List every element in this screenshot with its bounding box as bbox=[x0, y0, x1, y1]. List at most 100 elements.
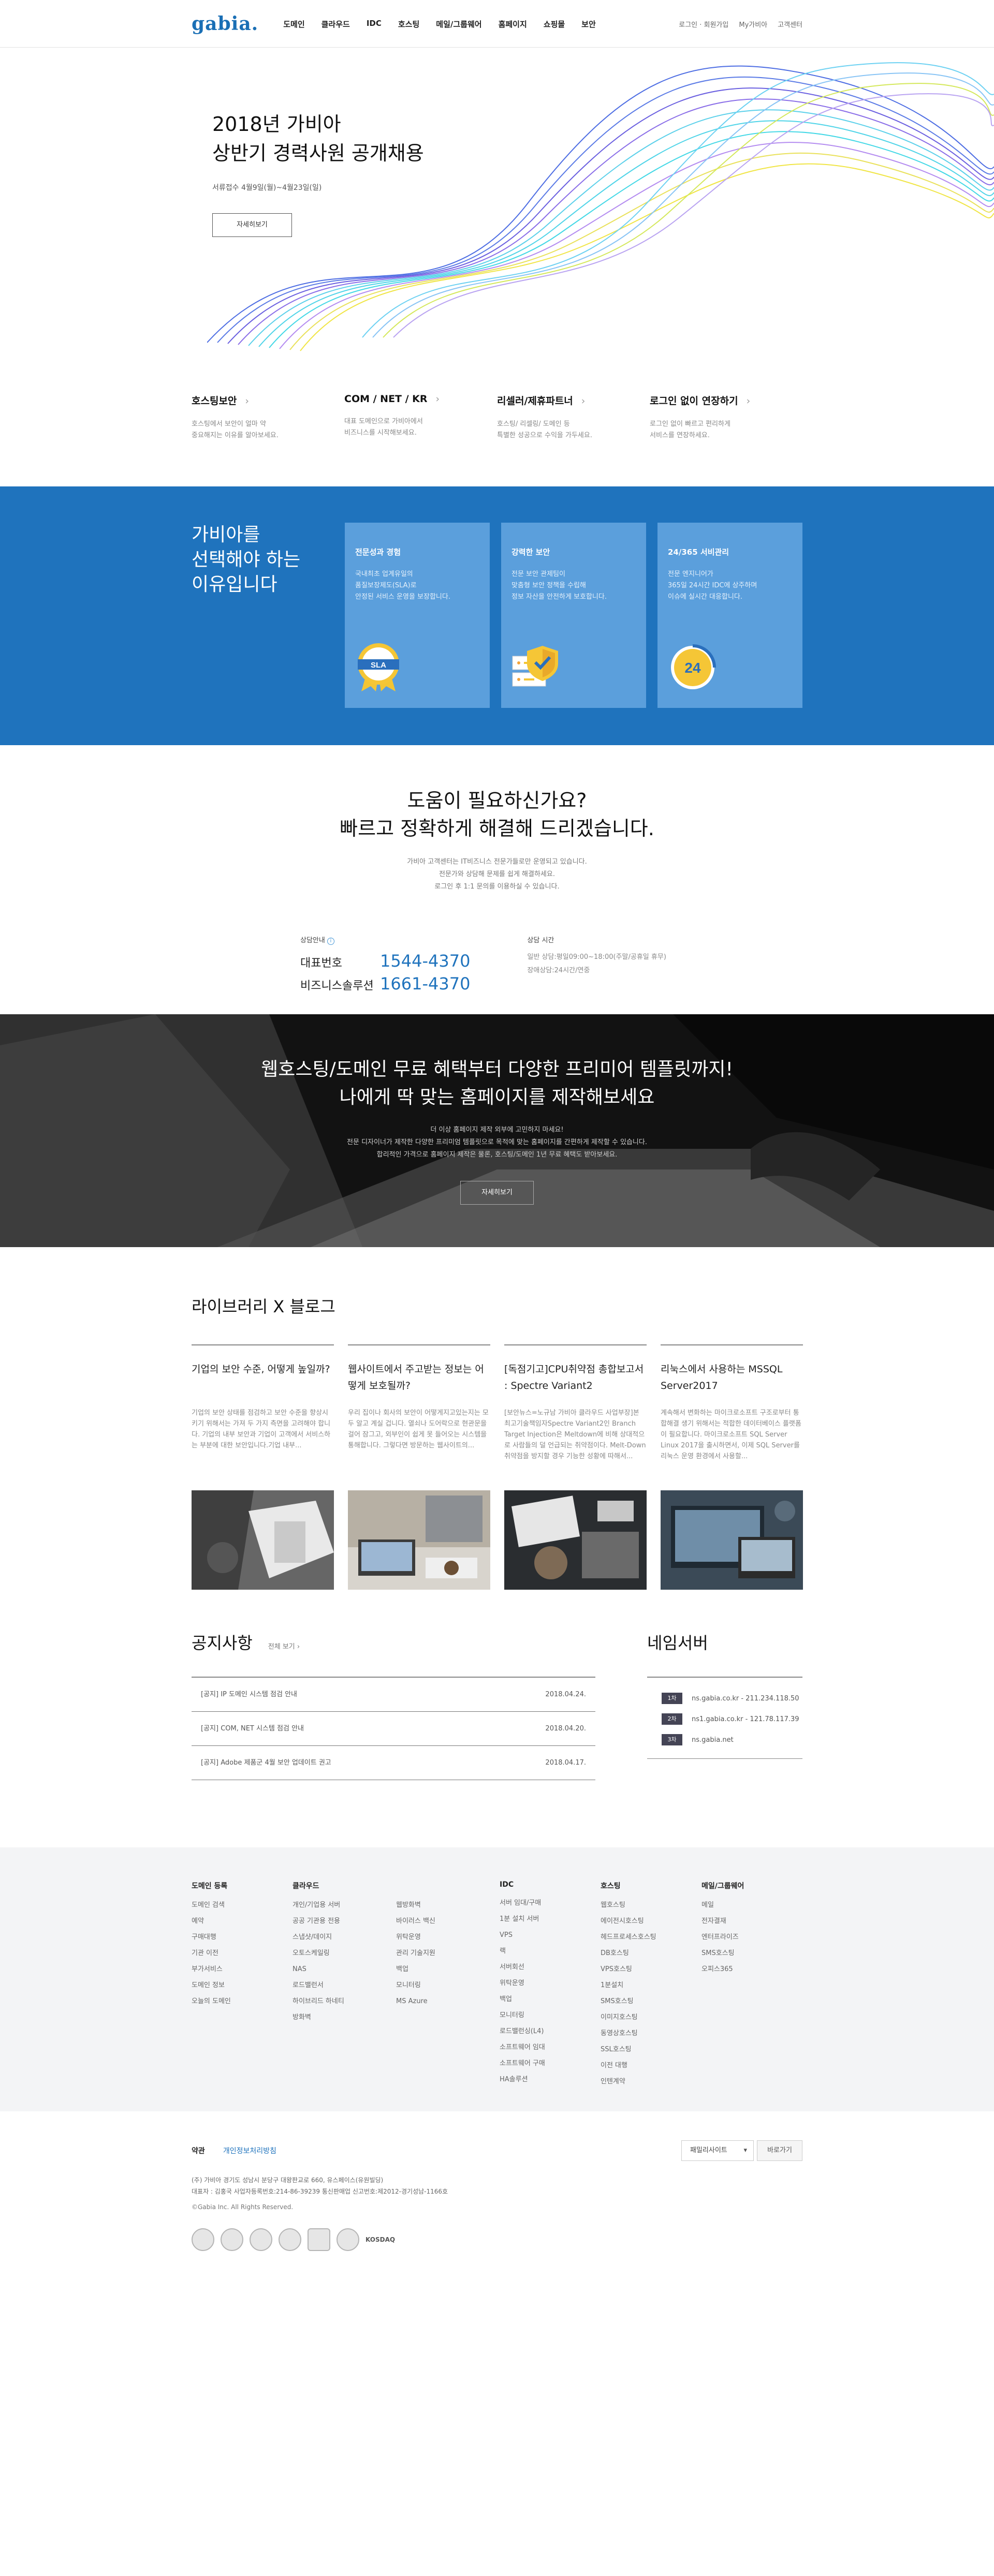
sitemap-link[interactable]: DB호스팅 bbox=[601, 1945, 701, 1961]
nav-homepage[interactable]: 홈페이지 bbox=[499, 19, 527, 29]
blog-post[interactable]: 웹사이트에서 주고받는 정보는 어떻게 보호될까? 우리 집이나 회사의 보안이… bbox=[348, 1344, 490, 1590]
sitemap-link[interactable]: 오토스케일링 bbox=[293, 1945, 396, 1961]
sitemap-link[interactable]: 개인/기업용 서버 bbox=[293, 1897, 396, 1913]
promo-title-line1: 웹호스팅/도메인 무료 혜택부터 다양한 프리미어 템플릿까지! bbox=[261, 1059, 733, 1080]
sitemap-col-cloud: 클라우드 개인/기업용 서버 공공 기관용 전용 스냅샷/데이지 오토스케일링 … bbox=[293, 1881, 500, 2090]
sitemap-link[interactable]: 부가서비스 bbox=[192, 1961, 293, 1977]
nav-shop[interactable]: 쇼핑몰 bbox=[544, 19, 565, 29]
phone-label: 비즈니스솔루션 bbox=[300, 980, 374, 993]
blog-post[interactable]: 기업의 보안 수준, 어떻게 높일까? 기업의 보안 상태를 점검하고 보안 수… bbox=[192, 1344, 334, 1590]
sitemap-link[interactable]: 로드밸런싱(L4) bbox=[500, 2023, 601, 2039]
sitemap-link[interactable]: 스냅샷/데이지 bbox=[293, 1929, 396, 1945]
sitemap-link[interactable]: 서버회선 bbox=[500, 1959, 601, 1975]
sitemap-link[interactable]: 기관 이전 bbox=[192, 1945, 293, 1961]
sitemap-link[interactable]: 구매대행 bbox=[192, 1929, 293, 1945]
notice-item[interactable]: [공지] Adobe 제품군 4월 보안 업데이트 권고 2018.04.17. bbox=[192, 1746, 595, 1780]
sitemap-link[interactable]: 1분 설치 서버 bbox=[500, 1911, 601, 1927]
sitemap-link[interactable]: 하이브리드 하네티 bbox=[293, 1993, 396, 2009]
blog-post[interactable]: [독점기고]CPU취약점 총합보고서 : Spectre Variant2 [보… bbox=[504, 1344, 647, 1590]
nav-idc[interactable]: IDC bbox=[367, 19, 382, 29]
hero-detail-button[interactable]: 자세히보기 bbox=[212, 213, 292, 237]
blog-post-thumbnail bbox=[504, 1490, 647, 1590]
nav-hosting[interactable]: 호스팅 bbox=[398, 19, 419, 29]
family-site-select[interactable]: 패밀리사이트 bbox=[681, 2140, 754, 2161]
mygabia-link[interactable]: My가비아 bbox=[739, 19, 767, 29]
why-title-line3: 이유입니다 bbox=[192, 574, 277, 595]
blog-post[interactable]: 리눅스에서 사용하는 MSSQL Server2017 계속해서 변화하는 마이… bbox=[661, 1344, 803, 1590]
nav-mail[interactable]: 메일/그룹웨어 bbox=[436, 19, 481, 29]
login-link[interactable]: 로그인 · 회원가입 bbox=[679, 19, 728, 29]
sitemap-link[interactable]: 방화벽 bbox=[293, 2009, 396, 2025]
sitemap-link[interactable]: 백업 bbox=[396, 1961, 500, 1977]
sitemap-link[interactable]: 모니터링 bbox=[396, 1977, 500, 1993]
notice-date: 2018.04.17. bbox=[545, 1759, 586, 1767]
quick-link-renew[interactable]: 로그인 없이 연장하기 › 로그인 없이 빠르고 편리하게 서비스를 연장하세요. bbox=[650, 393, 802, 441]
sitemap-link[interactable]: 예약 bbox=[192, 1913, 293, 1929]
sitemap-link[interactable]: 소프트웨어 임대 bbox=[500, 2039, 601, 2055]
sitemap-link[interactable]: 1분설치 bbox=[601, 1977, 701, 1993]
phone-number[interactable]: 1544-4370 bbox=[380, 951, 470, 971]
privacy-link[interactable]: 개인정보처리방침 bbox=[223, 2147, 276, 2155]
sitemap-link[interactable]: VPS호스팅 bbox=[601, 1961, 701, 1977]
address-line1: (주) 가비아 경기도 성남시 분당구 대왕판교로 660, 유스페이스(유원빌… bbox=[192, 2177, 384, 2184]
sitemap-link[interactable]: SMS호스팅 bbox=[701, 1945, 802, 1961]
info-icon[interactable]: i bbox=[327, 938, 334, 945]
sitemap-link[interactable]: 메일 bbox=[701, 1897, 802, 1913]
sitemap-link[interactable]: 위탁운영 bbox=[500, 1975, 601, 1991]
why-gabia-section: 가비아를 선택해야 하는 이유입니다 전문성과 경험 국내최초 업계유일의 품질보… bbox=[0, 486, 994, 745]
cert-logo-icon bbox=[250, 2228, 272, 2251]
phone-label: 대표번호 bbox=[300, 957, 342, 970]
quick-link-hosting-security[interactable]: 호스팅보안 › 호스팅에서 보안이 얼마 약 중요해지는 이유를 알아보세요. bbox=[192, 393, 344, 441]
sitemap-link[interactable]: 이전 대행 bbox=[601, 2057, 701, 2074]
nameserver-item: 3차 ns.gabia.net bbox=[647, 1729, 802, 1750]
sitemap-link[interactable]: VPS bbox=[500, 1927, 601, 1943]
nav-domain[interactable]: 도메인 bbox=[283, 19, 304, 29]
sitemap-link[interactable]: 로드밸런서 bbox=[293, 1977, 396, 1993]
sitemap-link[interactable]: 서버 임대/구매 bbox=[500, 1895, 601, 1911]
sitemap-link[interactable]: 공공 기관용 전용 bbox=[293, 1913, 396, 1929]
sitemap-link[interactable]: HA솔루션 bbox=[500, 2071, 601, 2088]
quick-link-domain[interactable]: COM / NET / KR › 대표 도메인으로 가비아에서 비즈니스를 시작해보… bbox=[344, 393, 497, 441]
sitemap-link[interactable]: 엔터프라이즈 bbox=[701, 1929, 802, 1945]
sitemap-link[interactable]: 소프트웨어 구매 bbox=[500, 2055, 601, 2071]
gabia-logo[interactable]: gabia. bbox=[192, 13, 258, 35]
notice-item[interactable]: [공지] COM, NET 시스템 점검 안내 2018.04.20. bbox=[192, 1712, 595, 1746]
phone-number[interactable]: 1661-4370 bbox=[380, 974, 470, 994]
terms-link[interactable]: 약관 bbox=[192, 2147, 205, 2155]
promo-detail-button[interactable]: 자세히보기 bbox=[460, 1181, 534, 1205]
sitemap-link[interactable]: 전자결재 bbox=[701, 1913, 802, 1929]
family-site-go-button[interactable]: 바로가기 bbox=[757, 2140, 802, 2161]
sitemap-link[interactable]: 웹호스팅 bbox=[601, 1897, 701, 1913]
quick-link-reseller[interactable]: 리셀러/제휴파트너 › 호스팅/ 리셀링/ 도메인 등 특별한 성공으로 수익을 가… bbox=[497, 393, 650, 441]
sitemap-link[interactable]: MS Azure bbox=[396, 1993, 500, 2009]
sitemap-link[interactable]: 오늘의 도메인 bbox=[192, 1993, 293, 2009]
sitemap-link[interactable]: NAS bbox=[293, 1961, 396, 1977]
sitemap-link[interactable]: SMS호스팅 bbox=[601, 1993, 701, 2009]
sitemap-link[interactable]: 관리 기술지원 bbox=[396, 1945, 500, 1961]
notice-view-all-link[interactable]: 전체 보기 › bbox=[268, 1641, 300, 1651]
sitemap-link[interactable]: 도메인 정보 bbox=[192, 1977, 293, 1993]
sitemap-link[interactable]: 도메인 검색 bbox=[192, 1897, 293, 1913]
support-link[interactable]: 고객센터 bbox=[778, 19, 802, 29]
sitemap-link[interactable]: 바이러스 백신 bbox=[396, 1913, 500, 1929]
sitemap-link[interactable]: 모니터링 bbox=[500, 2007, 601, 2023]
sitemap-link[interactable]: 헤드프로세스호스팅 bbox=[601, 1929, 701, 1945]
sitemap-link[interactable]: 에이전시호스팅 bbox=[601, 1913, 701, 1929]
sitemap-link[interactable]: 이미지호스팅 bbox=[601, 2009, 701, 2025]
sitemap-link[interactable]: SSL호스팅 bbox=[601, 2041, 701, 2057]
sitemap-link[interactable]: 오피스365 bbox=[701, 1961, 802, 1977]
sitemap-heading: 호스팅 bbox=[601, 1882, 621, 1890]
sitemap-link[interactable]: 동영상호스팅 bbox=[601, 2025, 701, 2041]
sitemap-link[interactable]: 웹방화벽 bbox=[396, 1897, 500, 1913]
shield-server-icon bbox=[512, 646, 558, 687]
nav-cloud[interactable]: 클라우드 bbox=[321, 19, 350, 29]
nav-security[interactable]: 보안 bbox=[581, 19, 596, 29]
blog-title: 라이브러리 X 블로그 bbox=[192, 1297, 335, 1316]
copyright: ©Gabia Inc. All Rights Reserved. bbox=[192, 2203, 294, 2211]
sitemap-link[interactable]: 백업 bbox=[500, 1991, 601, 2007]
sitemap-link[interactable]: 위탁운영 bbox=[396, 1929, 500, 1945]
sitemap-link[interactable]: 랙 bbox=[500, 1943, 601, 1959]
sitemap-link[interactable]: 인텐계약 bbox=[601, 2074, 701, 2090]
notice-title: 공지사항 bbox=[192, 1633, 253, 1653]
notice-item[interactable]: [공지] IP 도메인 시스템 점검 안내 2018.04.24. bbox=[192, 1678, 595, 1712]
